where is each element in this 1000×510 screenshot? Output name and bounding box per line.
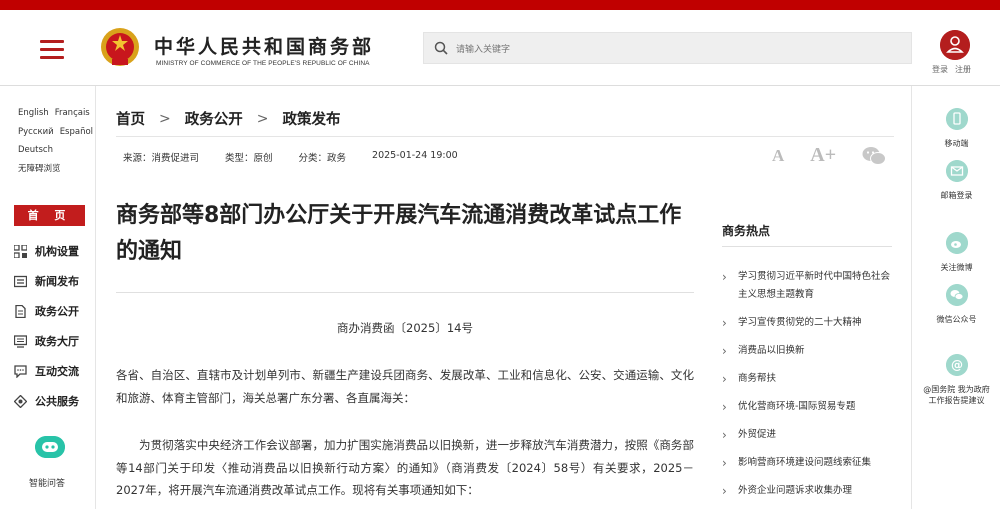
nav-label: 机构设置 xyxy=(35,245,79,258)
meta-source: 来源：消费促进司 xyxy=(123,153,200,164)
wechat-icon xyxy=(945,284,968,306)
menu-hamburger-icon[interactable] xyxy=(40,40,64,60)
nav-label: 政务公开 xyxy=(35,305,79,318)
breadcrumb-policy[interactable]: 政策发布 xyxy=(282,108,340,129)
divider xyxy=(116,136,894,137)
org-grid-icon xyxy=(14,244,27,258)
mobile-link[interactable]: 移动端 xyxy=(912,108,1000,149)
search-box[interactable] xyxy=(423,32,912,64)
language-links: English Français Русский Español Deutsch 无… xyxy=(18,104,99,178)
at-sign-icon: @ xyxy=(945,354,968,376)
breadcrumb-home[interactable]: 首页 xyxy=(116,108,145,129)
divider xyxy=(116,292,694,293)
mail-label: 邮箱登录 xyxy=(940,191,973,200)
doc-number: 商办消费函〔2025〕14号 xyxy=(337,321,473,335)
meta-type: 类型：原创 xyxy=(225,153,273,164)
hot-item[interactable]: 外资企业问题诉求收集办理 xyxy=(722,482,897,500)
hot-list: 学习贯彻习近平新时代中国特色社会主义思想主题教育 学习宣传贯彻党的二十大精神 消… xyxy=(722,268,897,510)
article-tools: A A+ xyxy=(772,144,887,167)
hot-item[interactable]: 商务帮扶 xyxy=(722,370,897,388)
user-avatar-icon[interactable] xyxy=(940,30,970,60)
weibo-label: 关注微博 xyxy=(940,263,973,272)
document-icon xyxy=(15,304,26,318)
nav-item-service[interactable]: 公共服务 xyxy=(14,386,79,416)
font-decrease-button[interactable]: A xyxy=(772,146,784,166)
article-paragraph: 为贯彻落实中央经济工作会议部署，加力扩围实施消费品以旧换新，进一步释放汽车消费潜… xyxy=(116,438,694,497)
nav-item-gov-open[interactable]: 政务公开 xyxy=(14,296,79,326)
top-red-bar xyxy=(0,0,1000,10)
smart-qa[interactable]: 智能问答 xyxy=(29,436,70,489)
wechat-share-icon[interactable] xyxy=(862,146,887,166)
site-header: 中华人民共和国商务部 MINISTRY OF COMMERCE OF THE P… xyxy=(0,10,1000,86)
svg-text:@: @ xyxy=(951,358,963,372)
lang-german[interactable]: Deutsch xyxy=(18,145,53,155)
hot-item[interactable]: 消费品以旧换新 xyxy=(722,342,897,360)
nav-item-org[interactable]: 机构设置 xyxy=(14,236,79,266)
hot-item[interactable]: 外贸促进 xyxy=(722,426,897,444)
meta-datetime: 2025-01-24 19:00 xyxy=(372,150,458,161)
user-links: 登录 注册 xyxy=(932,64,978,75)
left-sidebar: English Français Русский Español Deutsch 无… xyxy=(0,86,96,509)
smart-qa-label: 智能问答 xyxy=(28,479,65,489)
hall-monitor-icon xyxy=(14,334,27,348)
article-paragraph: 各省、自治区、直辖市及计划单列市、新疆生产建设兵团商务、发展改革、工业和信息化、… xyxy=(116,368,694,405)
wechat-account-link[interactable]: 微信公众号 xyxy=(912,284,1000,325)
weibo-icon xyxy=(945,232,968,254)
mail-icon xyxy=(945,160,968,182)
weibo-link[interactable]: 关注微博 xyxy=(912,232,1000,273)
search-input[interactable] xyxy=(456,39,896,59)
lang-russian[interactable]: Русский xyxy=(18,127,54,137)
breadcrumb-gov-open[interactable]: 政务公开 xyxy=(185,108,243,129)
site-title-en: MINISTRY OF COMMERCE OF THE PEOPLE'S REP… xyxy=(156,60,370,67)
suggestion-label-2: 工作报告提建议 xyxy=(928,396,985,405)
lang-english[interactable]: English xyxy=(18,108,49,118)
register-link[interactable]: 注册 xyxy=(955,65,971,74)
login-link[interactable]: 登录 xyxy=(932,65,948,74)
hot-item[interactable]: 影响营商环境建设问题线索征集 xyxy=(722,454,897,472)
chat-icon xyxy=(14,364,27,378)
article-meta: 来源：消费促进司 类型：原创 分类：政务 2025-01-24 19:00 xyxy=(123,150,484,164)
nav-item-hall[interactable]: 政务大厅 xyxy=(14,326,79,356)
nav-item-news[interactable]: 新闻发布 xyxy=(14,266,79,296)
service-icon xyxy=(14,394,27,408)
search-icon[interactable] xyxy=(434,41,448,55)
home-button[interactable]: 首 页 xyxy=(14,205,85,226)
suggestion-label-1: @国务院 我为政府 xyxy=(923,385,990,394)
mobile-label: 移动端 xyxy=(944,139,969,148)
breadcrumb: 首页 > 政务公开 > 政策发布 xyxy=(116,108,340,129)
site-title-cn[interactable]: 中华人民共和国商务部 xyxy=(154,32,374,59)
mail-login-link[interactable]: 邮箱登录 xyxy=(912,160,1000,201)
hot-item[interactable]: 学习贯彻习近平新时代中国特色社会主义思想主题教育 xyxy=(722,268,897,304)
accessibility-link[interactable]: 无障碍浏览 xyxy=(18,164,61,174)
hot-item[interactable]: 优化营商环境-国际贸易专题 xyxy=(722,398,897,416)
news-icon xyxy=(14,275,27,287)
meta-category: 分类：政务 xyxy=(298,153,347,164)
wechat-label: 微信公众号 xyxy=(936,315,977,324)
chevron-right-icon: > xyxy=(159,110,171,127)
right-sidebar: 移动端 邮箱登录 关注微博 微信公众号 @ @国务院 我为政府 工作报告提建议 xyxy=(911,86,1000,509)
left-nav-list: 机构设置 新闻发布 政务公开 政务大厅 互动交流 公共服务 xyxy=(14,236,79,416)
nav-label: 新闻发布 xyxy=(35,275,79,288)
lang-spanish[interactable]: Español xyxy=(60,127,93,137)
hot-item[interactable]: 学习宣传贯彻党的二十大精神 xyxy=(722,314,897,332)
lang-french[interactable]: Français xyxy=(55,108,90,118)
divider xyxy=(722,246,892,247)
suggestion-link[interactable]: @ @国务院 我为政府 工作报告提建议 xyxy=(912,354,1000,406)
robot-chat-icon xyxy=(35,436,65,458)
national-emblem-icon xyxy=(101,28,139,66)
hot-title: 商务热点 xyxy=(722,224,771,238)
nav-label: 政务大厅 xyxy=(35,335,79,348)
article-title: 商务部等8部门办公厅关于开展汽车流通消费改革试点工作的通知 xyxy=(116,203,682,264)
nav-item-interact[interactable]: 互动交流 xyxy=(14,356,79,386)
chevron-right-icon: > xyxy=(256,110,269,127)
mobile-phone-icon xyxy=(945,108,968,130)
font-increase-button[interactable]: A+ xyxy=(810,144,836,167)
nav-label: 互动交流 xyxy=(35,365,79,378)
nav-label: 公共服务 xyxy=(35,395,79,408)
